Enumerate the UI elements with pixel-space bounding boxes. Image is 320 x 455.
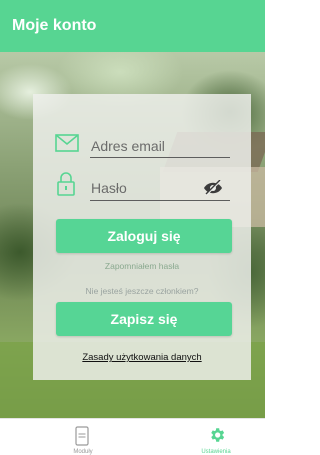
- page-title: Moje konto: [12, 17, 97, 34]
- nav-label-settings: Ustawienia: [201, 449, 231, 455]
- password-field[interactable]: Hasło: [91, 180, 127, 196]
- register-button[interactable]: Zapisz się: [56, 302, 232, 336]
- bottom-navigation: Moduły Ustawienia: [0, 418, 265, 455]
- not-member-text: Nie jesteś jeszcze członkiem?: [85, 286, 199, 296]
- nav-item-settings[interactable]: Ustawienia: [150, 419, 282, 455]
- nav-item-modules[interactable]: Moduły: [17, 419, 149, 455]
- terms-link[interactable]: Zasady użytkowania danych: [33, 352, 251, 363]
- module-icon: [75, 426, 89, 446]
- login-button[interactable]: Zaloguj się: [56, 219, 232, 253]
- gear-icon: [211, 428, 225, 442]
- mail-icon: [55, 134, 79, 152]
- lock-icon: [57, 172, 75, 196]
- password-underline: [90, 200, 230, 201]
- email-underline: [90, 157, 230, 158]
- email-field[interactable]: Adres email: [91, 138, 165, 154]
- forgot-password-link[interactable]: Zapomniałem hasła: [33, 261, 251, 271]
- login-card: Adres email Hasło Zaloguj się Zapomniałe…: [33, 94, 251, 380]
- eye-off-icon[interactable]: [203, 180, 223, 196]
- nav-label-modules: Moduły: [73, 449, 93, 455]
- app-bar: Moje konto: [0, 0, 265, 52]
